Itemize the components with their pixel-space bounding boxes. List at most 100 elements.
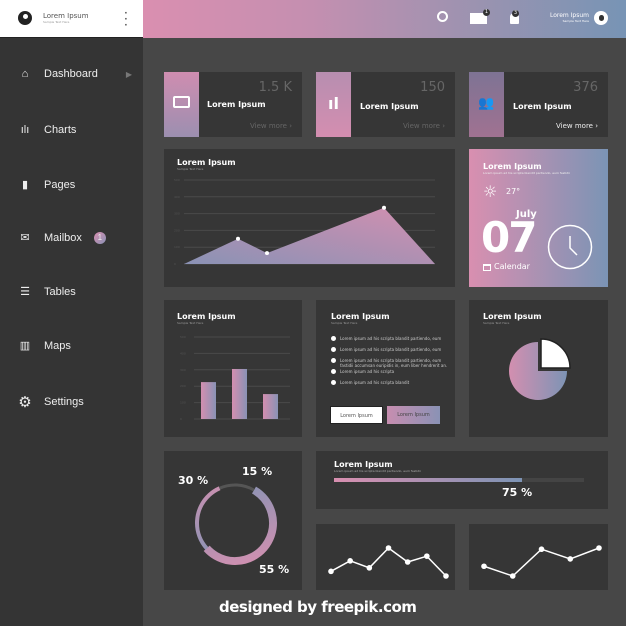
bullet-icon xyxy=(331,380,336,385)
profile-header: Lorem Ipsum Sample Text Here · · · xyxy=(0,0,143,38)
stat-value: 376 xyxy=(573,80,598,95)
card-subtitle: Lorem ipsum ad his scripta blandit parti… xyxy=(483,171,570,175)
bar-chart-card: Lorem Ipsum Sample Text Here 0 100 200 300 40… xyxy=(164,300,302,437)
donut-label-30: 30 % xyxy=(178,474,209,487)
avatar[interactable] xyxy=(18,11,32,25)
search-icon[interactable] xyxy=(437,11,448,22)
stat-label: Lorem Ipsum xyxy=(360,102,419,111)
sidebar-item-mailbox[interactable]: ✉ Mailbox 1 xyxy=(18,231,106,244)
sparkline-chart xyxy=(328,545,449,579)
list-card: Lorem Ipsum Sample Text Here Lorem ipsum … xyxy=(316,300,455,437)
bullet-icon xyxy=(331,358,336,363)
user-name: Lorem Ipsum xyxy=(549,12,589,19)
data-point xyxy=(481,563,487,570)
pie-slice xyxy=(540,338,571,369)
bar xyxy=(232,368,247,419)
sidebar-item-label: Dashboard xyxy=(44,68,98,80)
sidebar-item-label: Charts xyxy=(44,124,77,136)
sidebar-item-tables[interactable]: ☰ Tables xyxy=(18,285,76,299)
area-chart-card: Lorem Ipsum Sample Text Here 0 100 200 300 40… xyxy=(164,149,455,287)
gear-icon: ⚙ xyxy=(18,394,32,411)
progress-fill xyxy=(334,478,522,482)
bullet-icon xyxy=(331,336,336,341)
data-point xyxy=(328,568,334,575)
sparkline-card xyxy=(316,524,455,590)
y-tick-label: 300 xyxy=(180,368,186,372)
y-tick-label: 100 xyxy=(174,245,180,249)
calendar-card: Lorem Ipsum Lorem ipsum ad his scripta bl… xyxy=(469,149,608,287)
progress-card: Lorem Ipsum Lorem ipsum ad his scripta bl… xyxy=(316,451,608,509)
sidebar-item-label: Mailbox xyxy=(44,231,82,244)
top-bar: 1 3 Lorem Ipsum Sample Text Here xyxy=(143,0,626,38)
freepik-credit: designed by freepik.com xyxy=(219,598,417,616)
data-point xyxy=(347,558,353,564)
sidebar-item-label: Maps xyxy=(44,339,71,352)
list-item: Lorem ipsum ad his scripta blandit parti… xyxy=(331,347,449,352)
data-point xyxy=(567,556,574,562)
stat-value: 150 xyxy=(420,80,445,95)
bar xyxy=(201,382,216,419)
y-tick-label: 0 xyxy=(180,417,182,421)
list-item: Lorem ipsum ad his scripta blandit xyxy=(331,380,449,385)
data-point xyxy=(596,545,602,551)
data-point xyxy=(538,546,545,553)
sparkline-card xyxy=(469,524,608,590)
card-title: Lorem Ipsum xyxy=(331,312,390,321)
progress-label: 75 % xyxy=(502,486,533,499)
clock-icon xyxy=(547,224,593,270)
y-tick-label: 0 xyxy=(174,262,176,266)
bar-chart: 0 100 200 300 400 500 xyxy=(180,335,290,421)
data-point xyxy=(265,251,269,256)
data-point xyxy=(509,573,516,579)
sidebar-item-charts[interactable]: ılı Charts xyxy=(18,124,77,136)
sidebar-item-label: Pages xyxy=(44,178,76,191)
temperature: 27° xyxy=(506,187,521,196)
stat-card: 👥 376 Lorem Ipsum View more › xyxy=(469,72,608,137)
profile-name: Lorem Ipsum xyxy=(43,12,89,20)
sidebar-item-settings[interactable]: ⚙ Settings xyxy=(18,393,83,411)
primary-button[interactable]: Lorem Ipsum xyxy=(330,406,383,424)
bullet-icon xyxy=(331,347,336,352)
stat-label: Lorem Ipsum xyxy=(513,102,572,111)
monitor-icon xyxy=(173,96,190,108)
notification-count: 3 xyxy=(512,10,519,17)
sun-icon: ☼ xyxy=(483,182,498,201)
mail-icon: ✉ xyxy=(20,232,30,244)
data-point xyxy=(404,559,411,565)
mailbox-badge: 1 xyxy=(93,231,106,244)
y-tick-label: 500 xyxy=(180,335,186,339)
donut-label-15: 15 % xyxy=(242,465,273,478)
more-menu-icon[interactable]: · · · xyxy=(124,7,128,31)
list-item: Lorem ipsum ad his scripta xyxy=(331,369,449,374)
y-tick-label: 100 xyxy=(180,401,186,405)
donut-chart-card: 30 % 15 % 55 % xyxy=(164,451,302,590)
view-more-link[interactable]: View more › xyxy=(250,122,292,130)
y-tick-label: 300 xyxy=(174,212,180,216)
secondary-button[interactable]: Lorem Ipsum xyxy=(387,406,440,424)
area-series xyxy=(184,207,435,264)
map-icon: ▥ xyxy=(19,340,31,352)
bullet-icon xyxy=(331,369,336,374)
view-more-link[interactable]: View more › xyxy=(403,122,445,130)
data-point xyxy=(366,565,373,571)
chevron-right-icon: ▶ xyxy=(125,69,132,79)
sidebar-item-maps[interactable]: ▥ Maps xyxy=(18,339,71,353)
user-avatar[interactable] xyxy=(594,11,608,25)
card-title: Lorem Ipsum xyxy=(483,162,542,171)
sidebar-item-pages[interactable]: ▮ Pages xyxy=(18,178,76,192)
bar-chart-icon: ılı xyxy=(20,124,30,136)
sidebar: ⌂ Dashboard ▶ ılı Charts ▮ Pages ✉ Mailbox 1 ☰… xyxy=(0,38,143,626)
sidebar-item-dashboard[interactable]: ⌂ Dashboard ▶ xyxy=(18,68,132,80)
card-subtitle: Sample Text Here xyxy=(331,321,358,325)
list-item: Lorem ipsum ad his scripta blandit parti… xyxy=(331,358,449,368)
card-title: Lorem Ipsum xyxy=(334,460,393,469)
card-subtitle: Lorem ipsum ad his scripta blandit parti… xyxy=(334,469,421,473)
y-tick-label: 500 xyxy=(174,178,180,182)
day: 07 xyxy=(481,213,537,262)
page-icon: ▮ xyxy=(21,179,29,191)
y-tick-label: 200 xyxy=(180,384,186,388)
y-tick-label: 400 xyxy=(174,195,180,199)
data-point xyxy=(382,205,386,210)
view-more-link[interactable]: View more › xyxy=(556,122,598,130)
y-tick-label: 200 xyxy=(174,228,180,232)
